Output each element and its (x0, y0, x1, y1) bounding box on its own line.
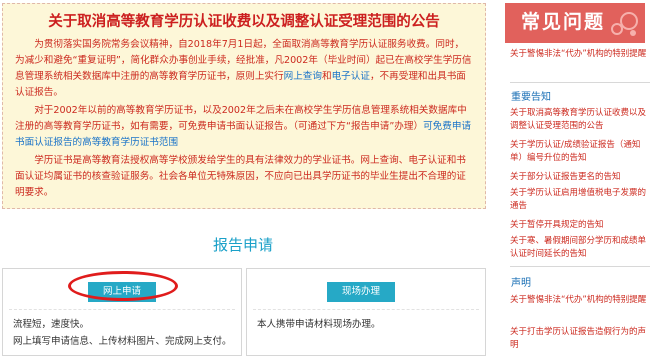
notice-paragraph-2: 对于2002年以前的高等教育学历证书，以及2002年之后未在高校学生学历信息管理… (15, 105, 472, 148)
important-item[interactable]: 关于暂停开具规定的告知 (510, 219, 650, 232)
card-divider (253, 309, 479, 310)
notice-paragraph-1: 为贯彻落实国务院常务会议精神，自2018年7月1日起，全面取消高等教育学历认证服… (15, 39, 472, 98)
notice-box: 关于取消高等教育学历认证收费以及调整认证受理范围的公告 为贯彻落实国务院常务会议… (2, 3, 486, 209)
important-heading: 重要告知 (511, 92, 551, 103)
onsite-apply-button[interactable]: 现场办理 (327, 282, 395, 302)
statement-item[interactable]: 关于打击学历认证报告造假行为的声明 (510, 326, 650, 352)
important-item[interactable]: 关于取消高等教育学历认证收费以及调整认证受理范围的公告 (510, 107, 650, 133)
important-item[interactable]: 关于学历认证启用增值税电子发票的通告 (510, 187, 650, 213)
statement-heading: 声明 (511, 278, 531, 289)
faq-banner[interactable]: 常见问题 (505, 3, 645, 43)
electronic-certification-link[interactable]: 电子认证 (332, 71, 370, 82)
notice-paragraph-3: 学历证书是高等教育法授权高等学校颁发给学生的具有法律效力的学业证书。网上查询、电… (15, 155, 466, 198)
sidebar-divider (510, 266, 650, 267)
online-query-link[interactable]: 网上查询 (284, 71, 322, 82)
important-item[interactable]: 关于寒、暑假期间部分学历和成绩单认证时间延长的告知 (510, 235, 650, 261)
sidebar: 常见问题 关于警惕非法“代办”机构的特别提醒 重要告知 关于取消高等教育学历认证… (505, 0, 654, 359)
faq-title: 常见问题 (521, 11, 606, 33)
card-divider (9, 309, 235, 310)
statement-item[interactable]: 关于警惕非法“代办”机构的特别提醒 (510, 294, 650, 307)
onsite-apply-desc-1: 本人携带申请材料现场办理。 (257, 319, 381, 330)
report-section-title: 报告申请 (212, 236, 273, 254)
online-apply-desc-1: 流程短，速度快。 (13, 319, 90, 330)
online-apply-desc-2: 网上填写申请信息、上传材料图片、完成网上支付。 (13, 336, 232, 347)
important-item[interactable]: 关于部分认证报告更名的告知 (510, 171, 650, 184)
onsite-apply-card: 现场办理 本人携带申请材料现场办理。 (246, 268, 486, 356)
notice-title: 关于取消高等教育学历认证收费以及调整认证受理范围的公告 (48, 14, 440, 30)
sidebar-divider (510, 82, 650, 83)
faq-link[interactable]: 关于警惕非法“代办”机构的特别提醒 (510, 48, 650, 61)
important-item[interactable]: 关于学历认证/成绩验证报告（通知单）编号升位的告知 (510, 139, 650, 165)
faq-decoration-icon (607, 9, 639, 41)
highlight-oval (68, 271, 178, 301)
